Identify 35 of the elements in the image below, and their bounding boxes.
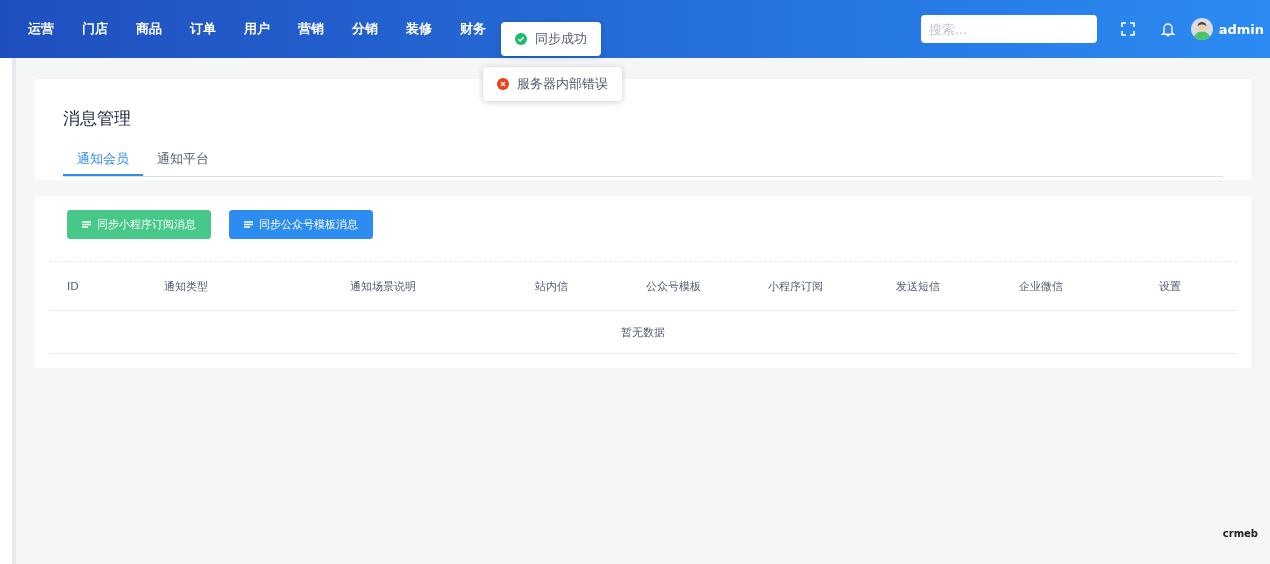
fullscreen-icon[interactable] <box>1120 22 1135 36</box>
column-header: ID <box>66 279 80 293</box>
nav-menu-item[interactable]: 分销 <box>338 20 392 38</box>
column-header: 发送短信 <box>895 278 941 294</box>
column-header: 公众号模板 <box>645 278 702 294</box>
nav-menu-item[interactable]: 营销 <box>284 20 338 38</box>
list-icon <box>82 220 91 229</box>
column-header: 通知场景说明 <box>349 278 417 294</box>
empty-message: 暂无数据 <box>621 324 665 340</box>
nav-menu-item[interactable]: 用户 <box>230 20 284 38</box>
nav-menu-item[interactable]: 装修 <box>392 20 446 38</box>
nav-menu-item[interactable]: 财务 <box>446 20 500 38</box>
success-icon <box>515 33 527 45</box>
sync-button[interactable]: 同步公众号模板消息 <box>229 210 373 239</box>
column-header: 站内信 <box>534 278 569 294</box>
nav-menu-item[interactable]: 门店 <box>68 20 122 38</box>
nav-menu-item[interactable]: 订单 <box>176 20 230 38</box>
user-name[interactable]: admin <box>1218 21 1264 37</box>
list-icon <box>244 220 253 229</box>
nav-menu-item[interactable]: 运营 <box>14 20 68 38</box>
column-header: 企业微信 <box>1018 278 1064 294</box>
nav-menu-item[interactable]: 商品 <box>122 20 176 38</box>
tab[interactable]: 通知平台 <box>143 150 223 176</box>
column-header: 设置 <box>1158 278 1182 294</box>
tab[interactable]: 通知会员 <box>63 150 143 176</box>
toast-text: 服务器内部错误 <box>517 75 608 93</box>
avatar-icon[interactable] <box>1190 18 1213 40</box>
logo: crmeb <box>1222 528 1258 539</box>
page-title: 消息管理 <box>63 107 132 130</box>
toast-text: 同步成功 <box>535 30 587 48</box>
error-icon <box>497 78 509 90</box>
search-field[interactable]: 搜索... <box>920 15 1097 43</box>
column-header: 小程序订阅 <box>767 278 824 294</box>
bell-icon[interactable] <box>1160 21 1175 37</box>
column-header: 通知类型 <box>163 278 209 294</box>
